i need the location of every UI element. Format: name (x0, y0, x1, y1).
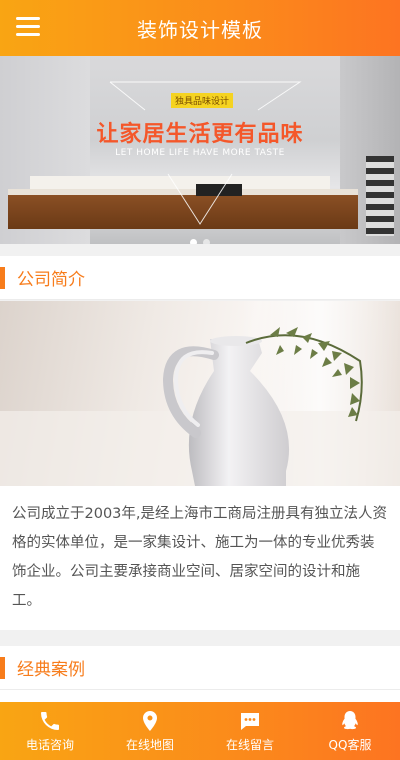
about-description: 公司成立于2003年,是经上海市工商局注册具有独立法人资格的实体单位，是一家集设… (0, 486, 400, 630)
menu-icon[interactable] (16, 17, 40, 37)
qq-icon (342, 711, 358, 730)
map-pin-icon (143, 711, 157, 731)
jug-illustration (0, 301, 400, 486)
nav-map[interactable]: 在线地图 (100, 702, 200, 760)
bottom-nav: 电话咨询 在线地图 在线留言 QQ客服 (0, 702, 400, 760)
banner-badge: 独具品味设计 (171, 93, 234, 108)
heading-accent-bar (0, 656, 5, 679)
top-header: 装饰设计模板 (0, 0, 400, 56)
nav-label: 电话咨询 (25, 738, 74, 752)
section-heading-cases: 经典案例 (0, 646, 400, 690)
nav-label: 在线留言 (225, 738, 274, 752)
carousel-dots (0, 231, 400, 244)
section-title: 经典案例 (17, 660, 85, 680)
hero-banner[interactable]: 独具品味设计 让家居生活更有品味 LET HOME LIFE HAVE MORE… (0, 56, 400, 244)
section-title: 公司简介 (17, 270, 85, 290)
carousel-dot-1[interactable] (190, 239, 197, 244)
nav-label: QQ客服 (328, 738, 372, 752)
nav-message[interactable]: 在线留言 (200, 702, 300, 760)
nav-label: 在线地图 (125, 738, 174, 752)
banner-subtitle: LET HOME LIFE HAVE MORE TASTE (115, 148, 285, 158)
section-heading-about: 公司简介 (0, 256, 400, 300)
carousel-dot-2[interactable] (203, 239, 210, 244)
phone-icon (41, 712, 59, 730)
heading-accent-bar (0, 266, 5, 289)
banner-slogan: 让家居生活更有品味 (96, 122, 304, 147)
nav-qq[interactable]: QQ客服 (300, 702, 400, 760)
about-image (0, 301, 400, 486)
page-title: 装饰设计模板 (137, 17, 263, 42)
message-icon (241, 713, 259, 730)
nav-phone[interactable]: 电话咨询 (0, 702, 100, 760)
